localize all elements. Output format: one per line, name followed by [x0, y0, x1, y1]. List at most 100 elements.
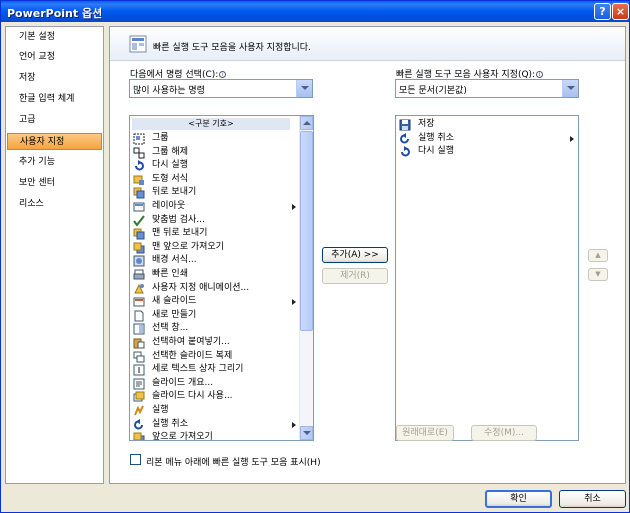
send-backward-icon — [133, 187, 145, 199]
list-item[interactable]: 뒤로 보내기 — [132, 186, 300, 200]
list-item[interactable]: 다시 실행 — [132, 159, 300, 173]
list-item[interactable]: 새 슬라이드 — [132, 295, 300, 309]
sidebar-item-label: 리소스 — [19, 199, 44, 209]
send-to-back-icon — [133, 228, 145, 240]
submenu-arrow-icon — [292, 299, 296, 306]
sidebar-item-advanced[interactable]: 고급 — [7, 112, 102, 129]
list-item[interactable]: 새로 만들기 — [132, 309, 300, 323]
group-icon — [133, 133, 145, 145]
chevron-down-icon[interactable] — [296, 80, 312, 97]
sidebar-item-proofing[interactable]: 언어 교정 — [7, 49, 102, 66]
customize-toolbar-combo[interactable]: 모든 문서(기본값) — [395, 79, 579, 98]
submenu-arrow-icon — [570, 135, 574, 142]
commands-list[interactable]: <구분 기호> 그룹그룹 해제 다시 실행 도형 서식뒤로 보내기 레이아웃 맞춤법 검… — [129, 115, 314, 441]
list-item[interactable]: 실행 취소 — [398, 132, 578, 146]
options-sidebar: 기본 설정 언어 교정 저장 한글 입력 체계 고급 사용자 지정 추가 기능 … — [5, 26, 104, 484]
list-item[interactable]: 맞춤법 검사... — [132, 214, 300, 228]
sidebar-item-save[interactable]: 저장 — [7, 70, 102, 87]
list-item[interactable]: 슬라이드 다시 사용... — [132, 390, 300, 404]
sidebar-item-basic[interactable]: 기본 설정 — [7, 29, 102, 46]
list-item[interactable]: 사용자 지정 애니메이션... — [132, 282, 300, 296]
list-item-label: 빠른 인쇄 — [152, 269, 188, 279]
spelling-icon — [133, 214, 145, 227]
list-item[interactable]: 선택하여 붙여넣기... — [132, 336, 300, 350]
panel-header-text: 빠른 실행 도구 모음을 사용자 지정합니다. — [153, 43, 311, 53]
separator-item[interactable]: <구분 기호> — [132, 118, 290, 130]
list-item[interactable]: 저장 — [398, 118, 578, 132]
move-up-button[interactable]: ▲ — [588, 249, 608, 262]
scroll-up-icon[interactable] — [300, 116, 313, 130]
redo-icon — [133, 160, 145, 172]
sidebar-item-trust-center[interactable]: 보안 센터 — [7, 175, 102, 192]
modify-button[interactable]: 수정(M)... — [471, 425, 537, 441]
reset-button[interactable]: 원래대로(E) — [396, 425, 454, 441]
list-item-label: 맨 뒤로 보내기 — [152, 228, 208, 239]
reuse-slides-icon — [133, 391, 145, 403]
submenu-arrow-icon — [292, 204, 296, 210]
ok-button[interactable]: 확인 — [485, 490, 552, 508]
show-below-ribbon-label[interactable]: 리본 메뉴 아래에 빠른 실행 도구 모음 표시(H) — [146, 455, 321, 468]
format-shape-icon — [133, 174, 145, 186]
selection-pane-icon — [133, 323, 145, 335]
list-item[interactable]: 실행 취소 — [132, 418, 300, 432]
list-item[interactable]: 세로 텍스트 상자 그리기 — [132, 363, 300, 377]
sidebar-item-input-method[interactable]: 한글 입력 체계 — [7, 91, 102, 108]
list-item[interactable]: 앞으로 가져오기 — [132, 431, 300, 440]
list-item[interactable]: 맨 뒤로 보내기 — [132, 227, 300, 241]
sidebar-item-customize[interactable]: 사용자 지정 — [7, 133, 102, 150]
sidebar-item-label: 보안 센터 — [19, 178, 55, 188]
list-item[interactable]: 레이아웃 — [132, 200, 300, 214]
cancel-button[interactable]: 취소 — [559, 490, 626, 508]
list-item-label: 그룹 — [152, 133, 169, 143]
list-item-label: 저장 — [418, 119, 435, 129]
list-item[interactable]: 그룹 해제 — [132, 146, 300, 160]
list-item[interactable]: 선택 창... — [132, 322, 300, 336]
choose-commands-combo[interactable]: 많이 사용하는 명령 — [129, 79, 313, 98]
list-item[interactable]: 도형 서식 — [132, 173, 300, 187]
list-item[interactable]: 그룹 — [132, 132, 300, 146]
show-below-ribbon-checkbox[interactable] — [130, 454, 141, 465]
redo-icon — [399, 146, 411, 158]
format-background-icon — [133, 255, 145, 267]
remove-button[interactable]: 제거(R) — [322, 268, 388, 284]
add-button[interactable]: 추가(A) >> — [322, 247, 388, 263]
list-item-label: 새 슬라이드 — [152, 296, 197, 307]
title-bar[interactable]: PowerPoint 옵션 ? × — [1, 1, 629, 22]
scroll-thumb[interactable] — [300, 131, 313, 331]
move-down-button[interactable]: ▼ — [588, 268, 608, 281]
list-item[interactable]: 맨 앞으로 가져오기 — [132, 241, 300, 255]
help-button[interactable]: ? — [594, 3, 611, 20]
list-item[interactable]: 빠른 인쇄 — [132, 268, 300, 282]
close-button[interactable]: × — [612, 3, 629, 20]
list-item-label: 사용자 지정 애니메이션... — [152, 282, 250, 293]
list-item[interactable]: 슬라이드 개요... — [132, 377, 300, 391]
layout-icon — [133, 201, 145, 213]
new-document-icon — [133, 310, 145, 322]
list-item-label: 다시 실행 — [418, 146, 454, 157]
sidebar-item-label: 사용자 지정 — [20, 137, 65, 147]
list-item-label: 맞춤법 검사... — [152, 214, 205, 225]
scroll-down-icon[interactable] — [300, 426, 313, 440]
info-icon: i — [536, 71, 544, 78]
submenu-arrow-icon — [292, 421, 296, 428]
list-item[interactable]: 다시 실행 — [398, 145, 578, 159]
bring-forward-icon — [133, 432, 145, 440]
list-item-label: 실행 취소 — [418, 132, 454, 143]
duplicate-slide-icon — [133, 351, 145, 363]
new-slide-icon — [133, 296, 145, 308]
quick-access-list[interactable]: 저장실행 취소다시 실행 — [395, 115, 579, 441]
list-item-label: 맨 앞으로 가져오기 — [152, 241, 224, 252]
commands-list-scrollbar[interactable] — [299, 116, 313, 440]
list-item[interactable]: 배경 서식... — [132, 254, 300, 268]
list-item[interactable]: 실행 — [132, 404, 300, 418]
list-item-label: 슬라이드 다시 사용... — [152, 391, 233, 402]
customize-toolbar-icon — [129, 35, 147, 53]
sidebar-item-add-ins[interactable]: 추가 기능 — [7, 154, 102, 171]
list-item[interactable]: 선택한 슬라이드 복제 — [132, 350, 300, 364]
list-item-label: 도형 서식 — [152, 173, 188, 184]
slide-outline-icon — [133, 378, 145, 390]
chevron-down-icon[interactable] — [562, 80, 578, 97]
action-icon — [133, 405, 145, 417]
sidebar-item-resources[interactable]: 리소스 — [7, 196, 102, 213]
list-item-label: 선택하여 붙여넣기... — [152, 337, 230, 347]
